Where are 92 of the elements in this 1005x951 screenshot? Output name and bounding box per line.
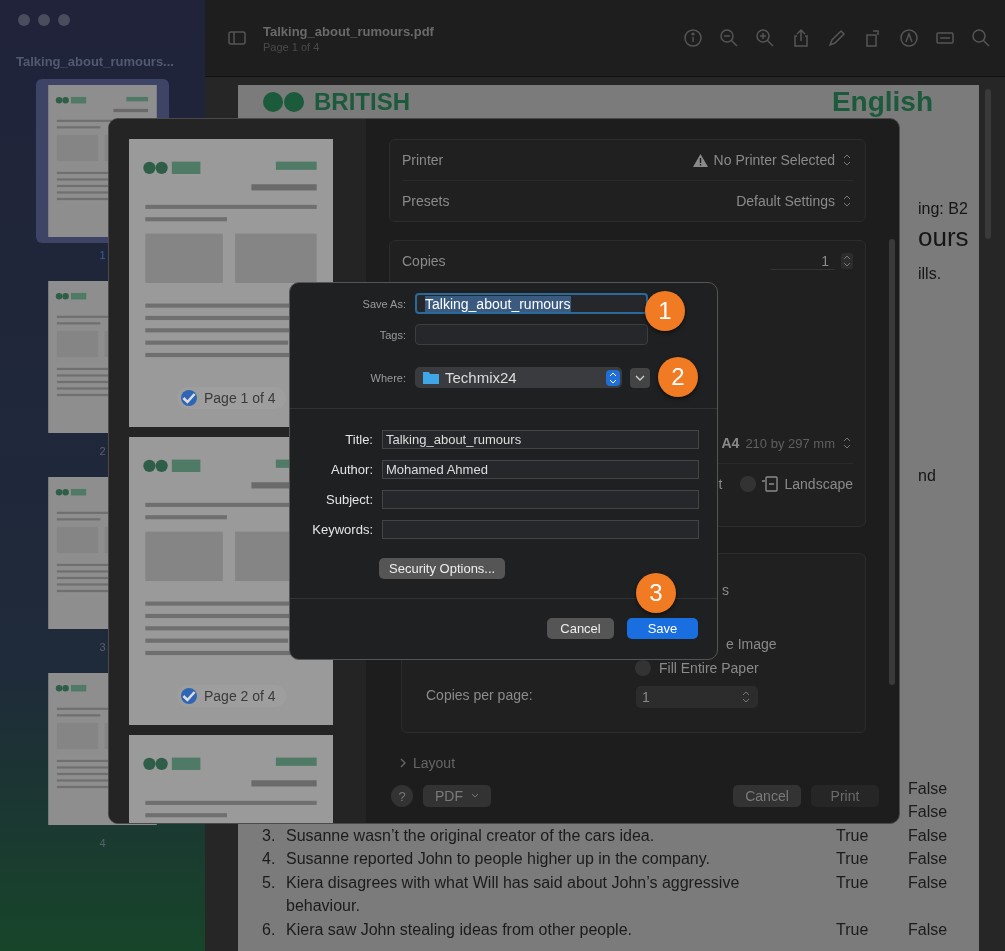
logo-text: BRITISH bbox=[314, 90, 410, 114]
copies-per-page-select[interactable]: 1 bbox=[636, 686, 758, 708]
presets-select[interactable]: Default Settings bbox=[736, 193, 853, 209]
statement-text: Kiera saw John stealing ideas from other people. bbox=[286, 919, 633, 940]
folder-icon bbox=[423, 371, 439, 384]
false-option: False bbox=[908, 847, 968, 871]
statement-number: 6. bbox=[262, 919, 277, 940]
pdf-menu-button[interactable]: PDF bbox=[423, 785, 491, 807]
zoom-in-icon[interactable] bbox=[755, 28, 775, 48]
stepper-icon bbox=[740, 689, 752, 705]
window-control[interactable] bbox=[18, 14, 30, 26]
stepper-icon bbox=[606, 369, 620, 386]
share-icon[interactable] bbox=[791, 28, 811, 48]
document-title: Talking_about_rumours.pdf bbox=[263, 23, 434, 39]
copies-label: Copies bbox=[402, 253, 446, 269]
document-text: ing: B2 bbox=[918, 200, 968, 218]
metadata-field[interactable] bbox=[382, 520, 699, 539]
metadata-field[interactable]: Mohamed Ahmed bbox=[382, 460, 699, 479]
stepper-icon bbox=[841, 152, 853, 168]
cancel-button[interactable]: Cancel bbox=[547, 618, 614, 639]
disclosure-icon bbox=[399, 758, 407, 768]
document-text: nd bbox=[918, 467, 936, 485]
statement-number: 3. bbox=[262, 825, 277, 846]
save-as-field[interactable]: Talking_about_rumours bbox=[415, 293, 648, 314]
chevron-icon bbox=[635, 374, 645, 381]
help-button[interactable]: ? bbox=[391, 785, 413, 807]
layout-disclosure[interactable]: Layout bbox=[399, 755, 889, 771]
landscape-label: Landscape bbox=[784, 476, 853, 492]
presets-label: Presets bbox=[402, 193, 450, 209]
cancel-button[interactable]: Cancel bbox=[733, 785, 801, 807]
tags-field[interactable] bbox=[415, 324, 648, 345]
statement-number: 5. bbox=[262, 872, 277, 893]
printer-select[interactable]: No Printer Selected bbox=[692, 152, 853, 168]
true-option: True bbox=[836, 823, 908, 847]
statement-number: 4. bbox=[262, 849, 277, 869]
where-label: Where: bbox=[369, 371, 406, 384]
save-button[interactable]: Save bbox=[627, 618, 698, 639]
scrollbar[interactable] bbox=[889, 239, 895, 685]
caret-icon bbox=[471, 793, 479, 799]
tags-label: Tags: bbox=[378, 328, 406, 341]
zoom-out-icon[interactable] bbox=[719, 28, 739, 48]
brand-text: English bbox=[831, 88, 933, 116]
document-text: ills. bbox=[918, 265, 942, 283]
false-option: False bbox=[908, 917, 968, 941]
page-number: 4 bbox=[99, 837, 106, 849]
stepper-icon bbox=[841, 435, 853, 451]
page-include-toggle[interactable]: Page 2 of 4 bbox=[177, 685, 286, 707]
expand-button[interactable] bbox=[630, 367, 650, 388]
false-option: False bbox=[908, 776, 968, 800]
fill-paper-label: Fill Entire Paper bbox=[659, 660, 759, 676]
statement-text: Susanne wasn’t the original creator of the cars idea. bbox=[286, 825, 656, 846]
metadata-label: Author: bbox=[330, 462, 373, 477]
copies-field[interactable]: 1 bbox=[771, 252, 835, 270]
search-icon[interactable] bbox=[971, 28, 991, 48]
page-include-toggle[interactable]: Page 1 of 4 bbox=[177, 387, 286, 409]
false-option: False bbox=[908, 870, 968, 894]
paper-size-select[interactable]: A4 210 by 297 mm bbox=[721, 435, 853, 451]
logo-icon bbox=[262, 91, 306, 113]
metadata-field[interactable] bbox=[382, 490, 699, 509]
true-option: True bbox=[836, 847, 908, 871]
warning-icon bbox=[692, 153, 708, 167]
statement-text: Kiera disagrees with what Will has said about John’s aggressive behaviour. bbox=[286, 872, 741, 916]
markup-icon[interactable] bbox=[899, 28, 919, 48]
window-control[interactable] bbox=[38, 14, 50, 26]
orientation-text: t bbox=[718, 476, 723, 492]
pen-icon[interactable] bbox=[827, 28, 847, 48]
scale-text: s bbox=[722, 582, 730, 598]
security-options-button[interactable]: Security Options... bbox=[379, 558, 506, 579]
stepper-icon bbox=[841, 193, 853, 209]
metadata-label: Title: bbox=[344, 432, 373, 447]
printer-label: Printer bbox=[402, 152, 444, 168]
true-option: True bbox=[836, 870, 908, 894]
landscape-icon bbox=[762, 476, 779, 492]
option-text: e Image bbox=[726, 636, 777, 652]
false-option: False bbox=[908, 823, 968, 847]
true-option: True bbox=[836, 917, 908, 941]
statement-text: Susanne reported John to people higher up in the company. bbox=[286, 849, 711, 869]
document-text: ours bbox=[918, 222, 969, 253]
false-option: False bbox=[908, 800, 968, 824]
info-icon[interactable] bbox=[683, 28, 703, 48]
stepper-icon[interactable] bbox=[841, 253, 853, 269]
metadata-label: Keywords: bbox=[311, 522, 373, 537]
sidebar-icon[interactable] bbox=[227, 28, 247, 48]
save-as-label: Save As: bbox=[361, 297, 406, 310]
page-number: 1 bbox=[99, 249, 106, 261]
location-select[interactable]: Techmix24 bbox=[415, 367, 622, 388]
copies-per-page-label: Copies per page: bbox=[426, 687, 534, 703]
window-control[interactable] bbox=[58, 14, 70, 26]
page-number: 3 bbox=[99, 641, 106, 653]
fill-paper-radio[interactable] bbox=[635, 660, 651, 676]
metadata-field[interactable]: Talking_about_rumours bbox=[382, 430, 699, 449]
metadata-label: Subject: bbox=[325, 492, 373, 507]
